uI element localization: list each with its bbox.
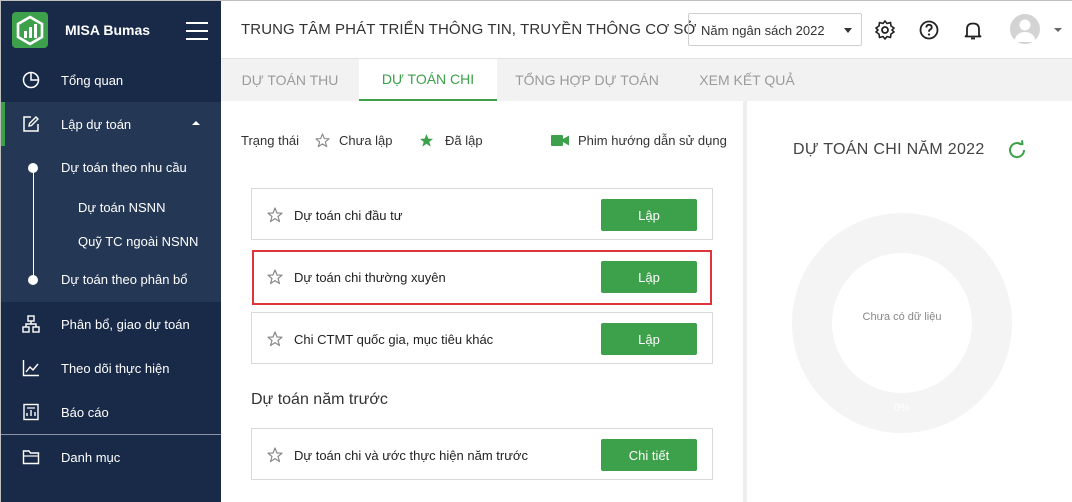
avatar[interactable] (1010, 14, 1040, 44)
tab-label: DỰ TOÁN THU (241, 72, 339, 88)
create-button[interactable]: Lập (601, 323, 697, 355)
sidebar-item-label: Lập dự toán (61, 116, 132, 132)
report-icon (23, 403, 39, 421)
sidebar: MISA Bumas Tổng quan Lập dự toán Dự toán… (1, 1, 221, 502)
tree-dot (28, 163, 38, 173)
avatar-caret-icon[interactable] (1054, 28, 1062, 32)
main-content: Trạng thái Chưa lập Đã lập Phim hướng dẫ… (221, 101, 743, 502)
highlight-box (252, 250, 712, 305)
card-label: Dự toán chi đầu tư (294, 208, 403, 223)
line-chart-icon (22, 360, 39, 377)
sidebar-item-label: Tổng quan (61, 72, 124, 88)
sidebar-item-tracking[interactable]: Theo dõi thực hiện (1, 357, 221, 379)
budget-card-investment: Dự toán chi đầu tư Lập (251, 188, 713, 240)
sidebar-item-overview[interactable]: Tổng quan (1, 69, 221, 91)
budget-year-value: Năm ngân sách 2022 (701, 23, 825, 38)
sidebar-item-label: Báo cáo (61, 404, 109, 420)
status-created: Đã lập (445, 133, 483, 148)
budget-year-select[interactable]: Năm ngân sách 2022 (688, 13, 862, 46)
chart-title: DỰ TOÁN CHI NĂM 2022 (793, 141, 985, 158)
folder-icon (22, 450, 40, 465)
star-outline-icon[interactable] (267, 331, 283, 347)
tab-results[interactable]: XEM KẾT QUẢ (677, 59, 817, 101)
sidebar-item-catalog[interactable]: Danh mục (1, 446, 221, 468)
sidebar-divider (1, 434, 221, 435)
top-header: TRUNG TÂM PHÁT TRIỂN THÔNG TIN, TRUYỀN T… (221, 1, 1072, 59)
sidebar-item-budget-planning[interactable]: Lập dự toán (1, 113, 221, 135)
bell-icon[interactable] (962, 19, 984, 41)
collapse-caret-icon[interactable] (192, 121, 200, 125)
chevron-down-icon (844, 28, 852, 33)
refresh-icon[interactable] (1006, 139, 1028, 161)
star-outline-icon[interactable] (267, 447, 283, 463)
previous-year-title: Dự toán năm trước (251, 391, 388, 408)
create-button[interactable]: Lập (601, 199, 697, 231)
star-filled-icon (419, 133, 434, 147)
gear-icon[interactable] (874, 19, 896, 41)
pie-chart-icon (22, 71, 40, 89)
donut-hole (832, 253, 972, 393)
star-outline-icon (315, 133, 330, 148)
sidebar-subitem-nsnn[interactable]: Dự toán NSNN (78, 200, 165, 215)
sidebar-item-allocation[interactable]: Phân bổ, giao dự toán (1, 313, 221, 335)
tree-dot (28, 275, 38, 285)
edit-icon (23, 116, 39, 132)
detail-button[interactable]: Chi tiết (601, 439, 697, 471)
video-camera-icon[interactable] (551, 134, 569, 147)
status-label: Trạng thái (241, 133, 300, 148)
hamburger-menu-icon[interactable] (186, 22, 208, 40)
help-icon[interactable] (918, 19, 940, 41)
tab-expense-estimate[interactable]: DỰ TOÁN CHI (359, 59, 497, 101)
donut-chart: Chưa có dữ liệu 0% (792, 213, 1012, 433)
card-label: Chi CTMT quốc gia, mục tiêu khác (294, 332, 494, 347)
card-label: Dự toán chi và ước thực hiện năm trước (294, 448, 528, 463)
no-data-label: Chưa có dữ liệu (862, 311, 942, 323)
video-guide-link[interactable]: Phim hướng dẫn sử dụng (578, 133, 727, 148)
sidebar-item-label: Danh mục (61, 449, 121, 465)
chart-panel: DỰ TOÁN CHI NĂM 2022 Chưa có dữ liệu 0% (747, 101, 1072, 502)
user-icon (1014, 19, 1036, 42)
sidebar-subitem-by-allocation[interactable]: Dự toán theo phân bổ (61, 272, 188, 287)
sidebar-item-reports[interactable]: Báo cáo (1, 401, 221, 423)
tab-summary[interactable]: TỔNG HỢP DỰ TOÁN (497, 59, 677, 101)
tab-label: XEM KẾT QUẢ (699, 72, 795, 88)
sidebar-item-label: Theo dõi thực hiện (61, 360, 170, 376)
budget-card-national-program: Chi CTMT quốc gia, mục tiêu khác Lập (251, 312, 713, 364)
tree-line (33, 168, 34, 280)
tab-bar: DỰ TOÁN THU DỰ TOÁN CHI TỔNG HỢP DỰ TOÁN… (221, 59, 1072, 101)
tab-label: DỰ TOÁN CHI (381, 71, 475, 87)
organization-title: TRUNG TÂM PHÁT TRIỂN THÔNG TIN, TRUYỀN T… (241, 21, 697, 38)
tab-label: TỔNG HỢP DỰ TOÁN (515, 72, 659, 88)
percent-label: 0% (894, 402, 910, 414)
star-outline-icon[interactable] (267, 207, 283, 223)
status-not-created: Chưa lập (339, 133, 393, 148)
sitemap-icon (22, 315, 40, 333)
app-name: MISA Bumas (65, 22, 151, 38)
sidebar-item-label: Phân bổ, giao dự toán (61, 316, 190, 332)
misa-logo-icon (12, 12, 48, 48)
tab-revenue-estimate[interactable]: DỰ TOÁN THU (221, 59, 359, 101)
budget-card-previous-year: Dự toán chi và ước thực hiện năm trước C… (251, 428, 713, 480)
sidebar-subitem-by-need[interactable]: Dự toán theo nhu cầu (61, 160, 187, 175)
sidebar-subitem-outside-fund[interactable]: Quỹ TC ngoài NSNN (78, 234, 198, 249)
